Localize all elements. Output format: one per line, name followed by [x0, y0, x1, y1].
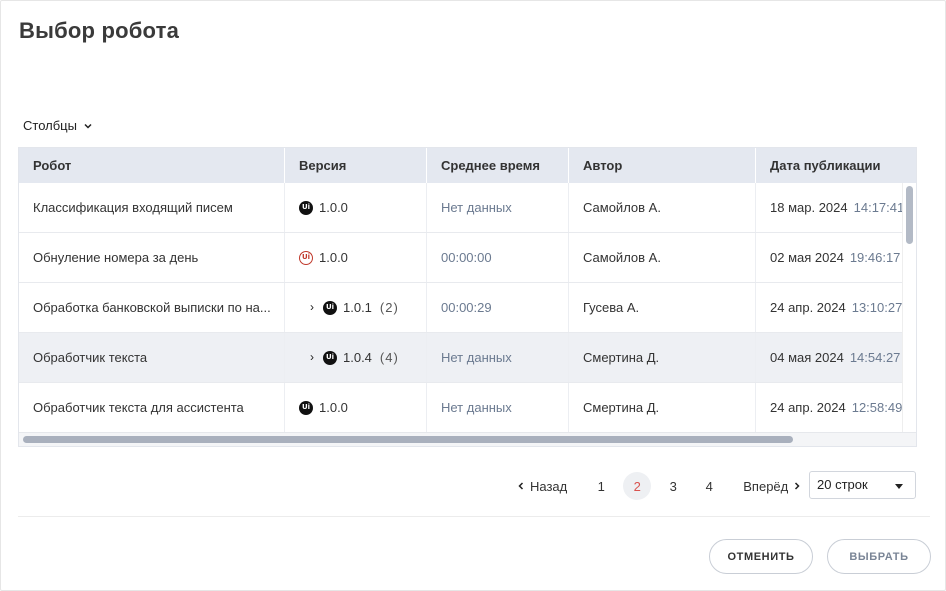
- cell-publish-date: 02 мая 2024 19:46:17: [756, 233, 916, 282]
- rows-per-page-value: 20 строк: [817, 477, 868, 492]
- columns-toggle[interactable]: Столбцы: [23, 118, 93, 133]
- publish-time: 14:17:41: [853, 200, 905, 215]
- version-count: (2): [379, 300, 399, 315]
- column-header-robot[interactable]: Робот: [19, 148, 285, 183]
- next-page-label: Вперёд: [743, 478, 789, 494]
- cell-version: › Ui 1.0.1 (2): [285, 283, 427, 332]
- pagination: Назад 1234 Вперёд: [511, 471, 807, 501]
- prev-page-label: Назад: [530, 478, 568, 494]
- page-number-button[interactable]: 1: [587, 472, 615, 500]
- publish-date: 18 мар. 2024: [770, 200, 848, 215]
- table-row[interactable]: Обработчик текста › Ui 1.0.4 (4) Нет данных См…: [19, 333, 916, 383]
- cell-author: Смертина Д.: [569, 383, 756, 432]
- version-number: 1.0.0: [319, 400, 348, 415]
- horizontal-scrollbar[interactable]: [19, 432, 916, 446]
- cell-robot-name: Обработка банковской выписки по на...: [19, 283, 285, 332]
- table-header: Робот Версия Среднее время Автор Дата пу…: [19, 148, 916, 183]
- cell-author: Самойлов А.: [569, 183, 756, 232]
- publish-date: 24 апр. 2024: [770, 400, 846, 415]
- columns-toggle-label: Столбцы: [23, 118, 77, 133]
- cell-avg-time: 00:00:00: [427, 233, 569, 282]
- publish-time: 13:10:27: [851, 300, 903, 315]
- cell-avg-time: Нет данных: [427, 183, 569, 232]
- cell-version: › Ui 1.0.4 (4): [285, 333, 427, 382]
- dialog-title: Выбор робота: [19, 18, 180, 43]
- footer-divider: [18, 516, 930, 517]
- prev-page-button[interactable]: Назад: [511, 479, 573, 494]
- expand-row-icon[interactable]: ›: [307, 333, 317, 382]
- ui-dark-icon: Ui: [323, 350, 337, 365]
- table-row[interactable]: Классификация входящий писем Ui 1.0.0 Нет д…: [19, 183, 916, 233]
- page-number-button[interactable]: 2: [623, 472, 652, 500]
- column-header-version[interactable]: Версия: [285, 148, 427, 183]
- table-row[interactable]: Обработчик текста для ассистента Ui 1.0.0 Н…: [19, 383, 916, 433]
- version-number: 1.0.4: [343, 350, 372, 365]
- cell-version: Ui 1.0.0: [285, 233, 427, 282]
- vertical-scrollbar[interactable]: [902, 183, 916, 433]
- horizontal-scroll-thumb[interactable]: [23, 436, 793, 443]
- table-body: Классификация входящий писем Ui 1.0.0 Нет д…: [19, 183, 916, 433]
- column-header-date[interactable]: Дата публикации: [756, 148, 916, 183]
- caret-down-icon: [895, 484, 903, 489]
- chevron-right-icon: [795, 482, 800, 490]
- cell-author: Самойлов А.: [569, 233, 756, 282]
- robot-select-dialog: Выбор робота Столбцы Робот Версия Средне…: [0, 0, 946, 591]
- table-row[interactable]: Обработка банковской выписки по на... › Ui…: [19, 283, 916, 333]
- column-header-author[interactable]: Автор: [569, 148, 756, 183]
- robots-table: Робот Версия Среднее время Автор Дата пу…: [18, 147, 917, 447]
- publish-date: 24 апр. 2024: [770, 300, 846, 315]
- publish-time: 12:58:49: [851, 400, 903, 415]
- cell-version: Ui 1.0.0: [285, 183, 427, 232]
- cell-robot-name: Обработчик текста для ассистента: [19, 383, 285, 432]
- cell-publish-date: 04 мая 2024 14:54:27: [756, 333, 916, 382]
- publish-date: 02 мая 2024: [770, 250, 844, 265]
- cell-robot-name: Классификация входящий писем: [19, 183, 285, 232]
- cell-avg-time: 00:00:29: [427, 283, 569, 332]
- version-number: 1.0.0: [319, 250, 348, 265]
- cell-avg-time: Нет данных: [427, 383, 569, 432]
- select-button[interactable]: ВЫБРАТЬ: [827, 539, 931, 574]
- cell-publish-date: 24 апр. 2024 13:10:27: [756, 283, 916, 332]
- version-number: 1.0.1: [343, 300, 372, 315]
- cancel-button[interactable]: ОТМЕНИТЬ: [709, 539, 813, 574]
- column-header-avg-time[interactable]: Среднее время: [427, 148, 569, 183]
- page-numbers: 1234: [583, 472, 727, 500]
- vertical-scroll-thumb[interactable]: [906, 186, 913, 244]
- chevron-left-icon: [518, 482, 524, 490]
- publish-time: 14:54:27: [849, 350, 901, 365]
- table-row[interactable]: Обнуление номера за день Ui 1.0.0 00:00:00 С…: [19, 233, 916, 283]
- ui-dark-icon: Ui: [299, 400, 313, 415]
- cell-avg-time: Нет данных: [427, 333, 569, 382]
- chevron-down-icon: [84, 123, 92, 129]
- publish-date: 04 мая 2024: [770, 350, 844, 365]
- cell-publish-date: 18 мар. 2024 14:17:41: [756, 183, 916, 232]
- cell-author: Смертина Д.: [569, 333, 756, 382]
- cell-robot-name: Обработчик текста: [19, 333, 285, 382]
- cell-publish-date: 24 апр. 2024 12:58:49: [756, 383, 916, 432]
- page-number-button[interactable]: 4: [695, 472, 723, 500]
- rows-per-page-select[interactable]: 20 строк: [809, 471, 916, 499]
- next-page-button[interactable]: Вперёд: [737, 479, 807, 494]
- version-number: 1.0.0: [319, 200, 348, 215]
- publish-time: 19:46:17: [849, 250, 901, 265]
- cell-robot-name: Обнуление номера за день: [19, 233, 285, 282]
- expand-row-icon[interactable]: ›: [307, 283, 317, 332]
- page-number-button[interactable]: 3: [659, 472, 687, 500]
- ui-red-icon: Ui: [299, 250, 313, 265]
- version-count: (4): [379, 350, 399, 365]
- cell-version: Ui 1.0.0: [285, 383, 427, 432]
- ui-dark-icon: Ui: [299, 200, 313, 215]
- cell-author: Гусева А.: [569, 283, 756, 332]
- ui-dark-icon: Ui: [323, 300, 337, 315]
